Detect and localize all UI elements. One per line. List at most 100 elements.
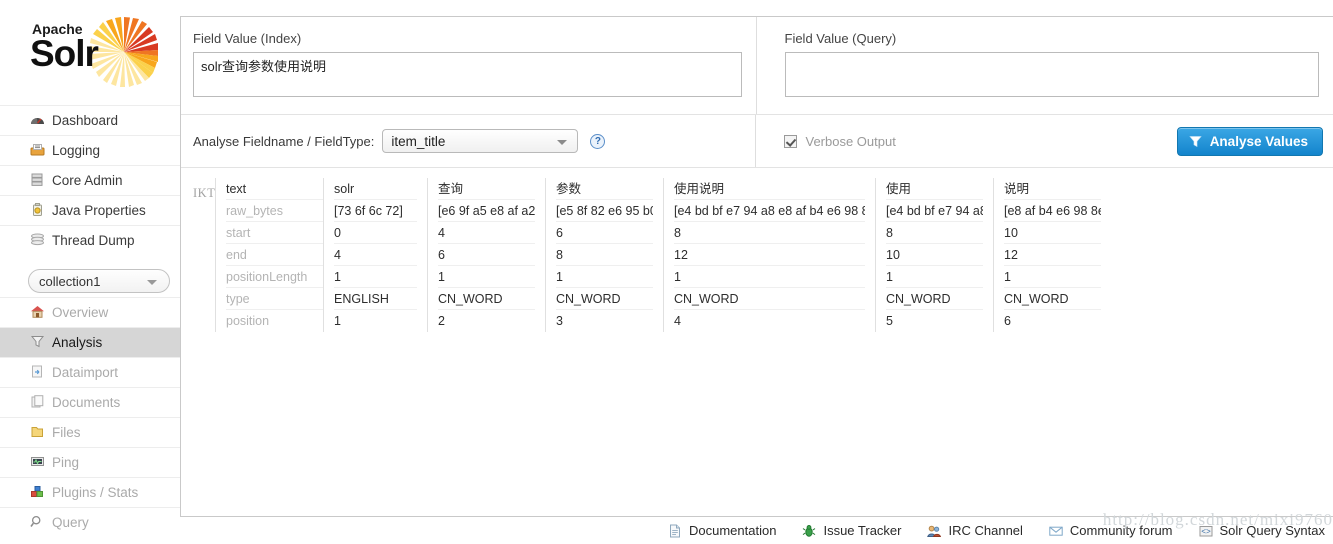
verbose-output-label: Verbose Output [805, 133, 896, 149]
field-values-row: Field Value (Index) Field Value (Query) [181, 17, 1333, 114]
sidebar-item-label: Java Properties [52, 203, 146, 218]
sidebar-item-label: Plugins / Stats [52, 485, 139, 500]
footer-link-label: Community forum [1069, 523, 1173, 538]
token-position: 1 [334, 314, 341, 328]
token-end: 12 [674, 244, 865, 266]
analyse-values-button[interactable]: Analyse Values [1176, 126, 1323, 156]
dashboard-icon [30, 113, 52, 128]
footer-link-community-forum[interactable]: Community forum [1049, 523, 1173, 538]
sidebar-item-core-admin[interactable]: Core Admin [0, 165, 180, 195]
token-text: 使用 [886, 178, 983, 200]
logo-solr-text: Solr [30, 33, 99, 74]
footer-link-irc-channel[interactable]: IRC Channel [927, 523, 1023, 538]
help-icon[interactable]: ? [590, 133, 606, 149]
row-label-type: type [226, 288, 323, 310]
sidebar-item-thread-dump[interactable]: Thread Dump [0, 225, 180, 255]
token-start: 8 [674, 222, 865, 244]
token-raw-bytes: [e4 bd bf e7 94 a8] [886, 200, 983, 222]
footer-link-issue-tracker[interactable]: Issue Tracker [802, 523, 901, 538]
sidebar-item-label: Logging [52, 143, 101, 158]
row-label-position: position [226, 314, 270, 328]
sidebar-item-dataimport[interactable]: Dataimport [0, 357, 180, 387]
fieldtype-select[interactable]: item_title [382, 129, 579, 153]
output-controls: Verbose Output Analyse Values [756, 115, 1333, 167]
sidebar-item-plugins-stats[interactable]: Plugins / Stats [0, 477, 180, 507]
token-position-length: 1 [556, 266, 653, 288]
footer-link-solr-query-syntax[interactable]: <> Solr Query Syntax [1199, 523, 1326, 538]
sidebar-item-query[interactable]: Query [0, 507, 180, 537]
index-field-input[interactable] [193, 52, 742, 97]
fieldtype-controls: Analyse Fieldname / FieldType: item_titl… [181, 115, 757, 167]
collection-selector[interactable]: collection1 [28, 269, 170, 293]
footer-link-documentation[interactable]: Documentation [668, 523, 776, 538]
sidebar-item-ping[interactable]: Ping [0, 447, 180, 477]
token-raw-bytes: [73 6f 6c 72] [334, 200, 417, 222]
sidebar-item-label: Query [52, 515, 89, 530]
sidebar-item-label: Dashboard [52, 113, 119, 128]
token-raw-bytes: [e6 9f a5 e8 af a2] [438, 200, 535, 222]
controls-row: Analyse Fieldname / FieldType: item_titl… [181, 114, 1333, 168]
core-admin-icon [30, 173, 52, 188]
fieldtype-label: Analyse Fieldname / FieldType: [193, 133, 375, 149]
solr-logo[interactable]: Apache Solr [0, 0, 180, 105]
token-position-length: 1 [438, 266, 535, 288]
token-position-length: 1 [674, 266, 865, 288]
token-position: 4 [674, 314, 681, 328]
token-text: 参数 [556, 178, 653, 200]
token-column: 参数 [e5 8f 82 e6 95 b0] 6 8 1 CN_WORD 3 [545, 178, 663, 332]
fieldtype-selected-label: item_title [391, 133, 446, 149]
token-end: 12 [1004, 244, 1101, 266]
analysis-results: IKT text raw_bytes start end positionLen… [181, 168, 1333, 332]
sidebar-item-label: Dataimport [52, 365, 119, 380]
verbose-checkbox[interactable] [784, 134, 798, 148]
sidebar-item-overview[interactable]: Overview [0, 297, 180, 327]
sidebar: Apache Solr Dashboard Logging Core Admin… [0, 0, 180, 544]
thread-dump-icon [30, 233, 52, 248]
sidebar-item-files[interactable]: Files [0, 417, 180, 447]
global-nav: Dashboard Logging Core Admin Java Proper… [0, 105, 180, 255]
index-field-label: Field Value (Index) [193, 31, 302, 46]
core-nav: Overview Analysis Dataimport Documents F… [0, 297, 180, 537]
documents-icon [30, 395, 52, 410]
token-type: CN_WORD [1004, 288, 1101, 310]
token-type: ENGLISH [334, 288, 417, 310]
query-field-input[interactable] [784, 52, 1319, 97]
token-end: 10 [886, 244, 983, 266]
logging-icon [30, 143, 52, 158]
token-raw-bytes: [e4 bd bf e7 94 a8 e8 af b4 e6 98 8e] [674, 200, 865, 222]
sidebar-item-dashboard[interactable]: Dashboard [0, 105, 180, 135]
token-text: 查询 [438, 178, 535, 200]
sidebar-item-label: Analysis [52, 335, 103, 350]
footer-link-label: Solr Query Syntax [1219, 523, 1326, 538]
query-field-label: Field Value (Query) [784, 31, 897, 46]
sidebar-item-java-properties[interactable]: Java Properties [0, 195, 180, 225]
token-position: 5 [886, 314, 893, 328]
sidebar-item-logging[interactable]: Logging [0, 135, 180, 165]
token-column: 使用说明 [e4 bd bf e7 94 a8 e8 af b4 e6 98 8… [663, 178, 875, 332]
index-field-panel: Field Value (Index) [181, 17, 757, 114]
token-position-length: 1 [886, 266, 983, 288]
verbose-output-toggle[interactable]: Verbose Output [784, 133, 896, 149]
analysis-row-labels: text raw_bytes start end positionLength … [215, 178, 323, 332]
sidebar-item-analysis[interactable]: Analysis [0, 327, 180, 357]
dataimport-icon [30, 365, 52, 380]
row-label-end: end [226, 244, 323, 266]
token-column: 使用 [e4 bd bf e7 94 a8] 8 10 1 CN_WORD 5 [875, 178, 993, 332]
main-panel: Field Value (Index) Field Value (Query) … [180, 16, 1333, 528]
home-icon [30, 305, 52, 320]
solr-admin-page: Apache Solr Dashboard Logging Core Admin… [0, 0, 1333, 544]
token-type: CN_WORD [556, 288, 653, 310]
chevron-down-icon [147, 280, 157, 285]
sidebar-item-label: Core Admin [52, 173, 123, 188]
token-start: 8 [886, 222, 983, 244]
java-properties-icon [30, 203, 52, 218]
token-raw-bytes: [e5 8f 82 e6 95 b0] [556, 200, 653, 222]
footer-link-label: Issue Tracker [823, 523, 902, 538]
analyzer-label: IKT [193, 186, 216, 200]
sidebar-item-documents[interactable]: Documents [0, 387, 180, 417]
code-icon: <> [1199, 524, 1213, 538]
token-position-length: 1 [1004, 266, 1101, 288]
query-field-panel: Field Value (Query) [757, 17, 1333, 114]
token-column: 说明 [e8 af b4 e6 98 8e] 10 12 1 CN_WORD 6 [993, 178, 1111, 332]
funnel-icon [1189, 135, 1202, 148]
